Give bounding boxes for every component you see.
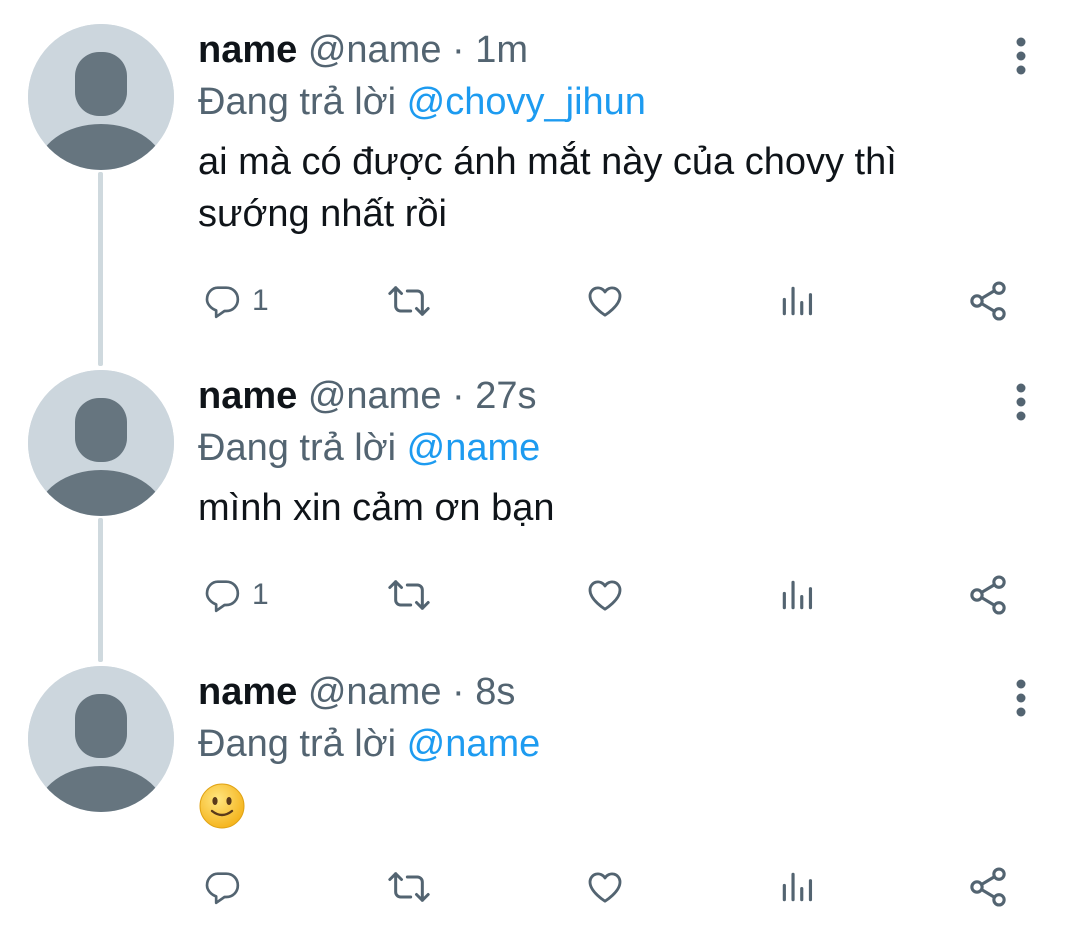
tweet[interactable]: name @name · 27s Đang trả lời @name mình… [0, 370, 1080, 630]
default-avatar-icon [28, 370, 174, 516]
more-options-icon[interactable] [1004, 382, 1038, 422]
replying-to: Đang trả lời @name [198, 722, 540, 766]
retweet-icon [388, 872, 430, 902]
display-name[interactable]: name [198, 29, 297, 71]
like-button[interactable] [584, 862, 626, 912]
like-icon [588, 580, 622, 611]
replying-to: Đang trả lời @name [198, 426, 540, 470]
share-icon [970, 867, 1006, 907]
views-button[interactable] [778, 276, 816, 326]
more-options-icon[interactable] [1004, 678, 1038, 718]
replying-to-label: Đang trả lời [198, 427, 397, 469]
retweet-icon [388, 286, 430, 316]
default-avatar-icon [28, 24, 174, 170]
retweet-button[interactable] [386, 276, 432, 326]
separator-dot: · [452, 29, 465, 71]
reply-button[interactable] [202, 862, 242, 912]
reply-count: 1 [252, 578, 269, 611]
like-button[interactable] [584, 570, 626, 620]
share-icon [970, 281, 1006, 321]
like-icon [588, 286, 622, 317]
slightly-smiling-face-emoji [199, 783, 245, 829]
replying-to-handle[interactable]: @name [407, 723, 541, 765]
tweet-text: ai mà có được ánh mắt này của chovy thì … [198, 141, 897, 235]
default-avatar-icon [28, 666, 174, 812]
like-button[interactable] [584, 276, 626, 326]
tweet-header: name @name · 27s [198, 374, 537, 418]
replying-to: Đang trả lời @chovy_jihun [198, 80, 646, 124]
reply-icon [205, 872, 240, 905]
reply-icon [205, 580, 240, 613]
replying-to-handle[interactable]: @name [407, 427, 541, 469]
user-handle[interactable]: @name [308, 29, 442, 71]
reply-count: 1 [252, 284, 269, 317]
views-icon [782, 580, 813, 610]
tweet-header: name @name · 1m [198, 28, 528, 72]
action-bar [198, 862, 1028, 912]
share-icon [970, 575, 1006, 615]
avatar[interactable] [28, 370, 174, 516]
views-icon [782, 872, 813, 902]
views-button[interactable] [778, 570, 816, 620]
views-button[interactable] [778, 862, 816, 912]
tweet-text: mình xin cảm ơn bạn [198, 487, 555, 529]
share-button[interactable] [966, 862, 1010, 912]
timestamp[interactable]: 1m [475, 29, 528, 71]
replying-to-label: Đang trả lời [198, 723, 397, 765]
more-options-icon[interactable] [1004, 36, 1038, 76]
tweet-text [198, 778, 1018, 830]
share-button[interactable] [966, 570, 1010, 620]
reply-button[interactable]: 1 [202, 570, 269, 620]
replying-to-handle[interactable]: @chovy_jihun [407, 81, 646, 123]
display-name[interactable]: name [198, 671, 297, 713]
like-icon [588, 872, 622, 903]
retweet-button[interactable] [386, 862, 432, 912]
retweet-button[interactable] [386, 570, 432, 620]
tweet-header: name @name · 8s [198, 670, 515, 714]
reply-button[interactable]: 1 [202, 276, 269, 326]
tweet[interactable]: name @name · 1m Đang trả lời @chovy_jihu… [0, 24, 1080, 334]
tweet[interactable]: name @name · 8s Đang trả lời @name [0, 666, 1080, 926]
views-icon [782, 286, 813, 316]
separator-dot: · [452, 375, 465, 417]
action-bar: 1 [198, 570, 1028, 620]
retweet-icon [388, 580, 430, 610]
action-bar: 1 [198, 276, 1028, 326]
user-handle[interactable]: @name [308, 671, 442, 713]
timestamp[interactable]: 27s [475, 375, 536, 417]
reply-icon [205, 286, 240, 319]
user-handle[interactable]: @name [308, 375, 442, 417]
avatar[interactable] [28, 666, 174, 812]
share-button[interactable] [966, 276, 1010, 326]
replying-to-label: Đang trả lời [198, 81, 397, 123]
separator-dot: · [452, 671, 465, 713]
display-name[interactable]: name [198, 375, 297, 417]
timestamp[interactable]: 8s [475, 671, 515, 713]
avatar[interactable] [28, 24, 174, 170]
